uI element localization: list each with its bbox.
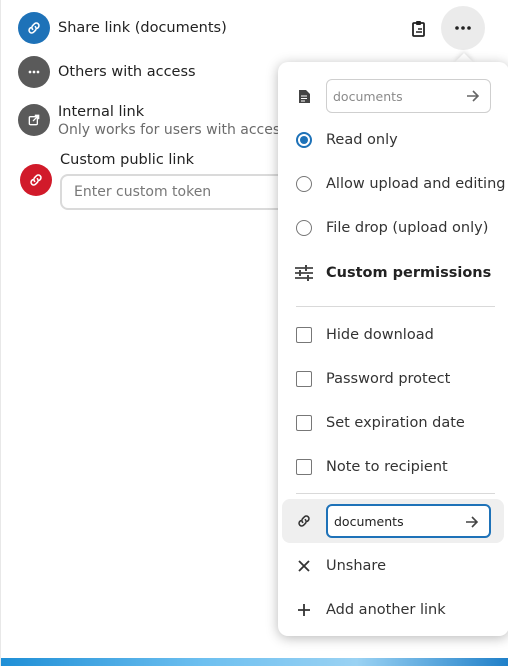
option-label: Note to recipient (326, 459, 448, 475)
option-note-to-recipient[interactable]: Note to recipient (278, 445, 508, 489)
share-link-row[interactable]: Share link (documents) (18, 12, 227, 44)
sharing-sidebar: Share link (documents) Others with acces… (0, 0, 508, 666)
permission-read-only[interactable]: Read only (278, 118, 508, 162)
share-label-item (278, 74, 508, 118)
option-password-protect[interactable]: Password protect (278, 357, 508, 401)
others-with-access-title: Others with access (58, 64, 196, 80)
external-link-icon (18, 104, 50, 136)
desktop-background-strip (1, 658, 508, 666)
others-with-access-row[interactable]: Others with access (18, 56, 196, 88)
add-another-link-label: Add another link (326, 602, 446, 618)
custom-token-input[interactable] (60, 174, 300, 210)
share-token-field[interactable] (326, 504, 491, 538)
custom-public-link-label: Custom public link (60, 152, 195, 168)
permission-label: Read only (326, 132, 398, 148)
link-icon (18, 12, 50, 44)
more-horizontal-icon (18, 56, 50, 88)
arrow-right-icon[interactable] (463, 513, 481, 531)
checkbox-password-protect[interactable] (296, 371, 312, 387)
checkbox-note-to-recipient[interactable] (296, 459, 312, 475)
link-icon (294, 511, 314, 531)
share-label-field[interactable] (326, 79, 491, 113)
share-link-title: Share link (documents) (58, 20, 227, 36)
checkbox-hide-download[interactable] (296, 327, 312, 343)
option-expiration-date[interactable]: Set expiration date (278, 401, 508, 445)
custom-permissions-label: Custom permissions (326, 265, 492, 281)
permission-upload-editing[interactable]: Allow upload and editing (278, 162, 508, 206)
menu-divider (296, 493, 495, 494)
unshare-item[interactable]: Unshare (278, 544, 508, 588)
share-label-input[interactable] (333, 88, 458, 104)
radio-read-only[interactable] (296, 132, 312, 148)
tune-icon (294, 263, 314, 283)
clipboard-icon[interactable] (406, 16, 432, 42)
custom-permissions-item[interactable]: Custom permissions (278, 251, 508, 295)
unshare-label: Unshare (326, 558, 386, 574)
link-icon (20, 164, 52, 196)
radio-file-drop[interactable] (296, 220, 312, 236)
arrow-right-icon[interactable] (464, 87, 482, 105)
option-label: Password protect (326, 371, 451, 387)
share-token-input[interactable] (334, 513, 459, 529)
more-actions-button[interactable] (441, 6, 485, 50)
add-another-link-item[interactable]: Add another link (278, 588, 508, 632)
checkbox-expiration-date[interactable] (296, 415, 312, 431)
permission-label: Allow upload and editing (326, 176, 506, 192)
close-icon (294, 556, 314, 576)
permission-label: File drop (upload only) (326, 220, 489, 236)
option-hide-download[interactable]: Hide download (278, 313, 508, 357)
permission-file-drop[interactable]: File drop (upload only) (278, 206, 508, 250)
more-horizontal-icon (455, 26, 471, 30)
share-token-item (278, 499, 508, 543)
option-label: Set expiration date (326, 415, 465, 431)
share-options-menu: Read only Allow upload and editing File … (278, 62, 508, 636)
menu-divider (296, 306, 495, 307)
option-label: Hide download (326, 327, 434, 343)
radio-upload-editing[interactable] (296, 176, 312, 192)
document-icon (294, 86, 314, 106)
plus-icon (294, 600, 314, 620)
